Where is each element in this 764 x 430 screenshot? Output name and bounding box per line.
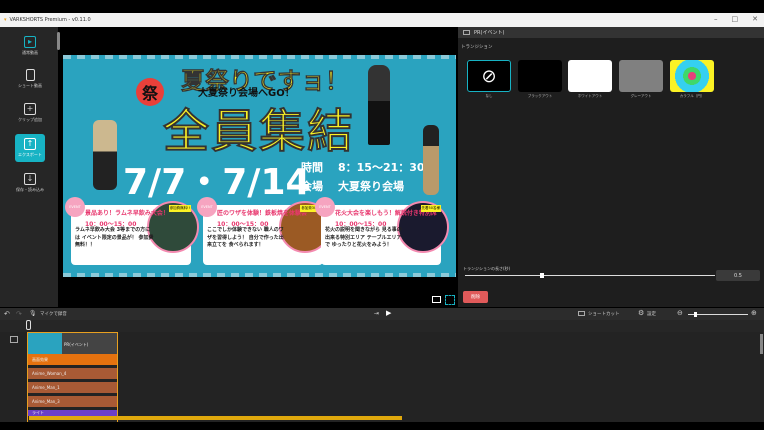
timeline-track[interactable]: 画面効果 [28, 354, 117, 365]
fullscreen-icon[interactable] [445, 295, 455, 305]
panel-icon [463, 30, 470, 35]
transition-colorful[interactable] [670, 60, 714, 92]
transition-label: ブラックアウト [518, 94, 562, 99]
transition-label: カラフル（円） [670, 94, 714, 99]
event-card: EVENT花火大会を楽しもう！解説付き特別席10：00〜15：00花火の説明を聞… [321, 205, 441, 265]
close-button[interactable]: ✕ [752, 15, 758, 23]
character-man [368, 65, 390, 145]
timeline-audio-bar[interactable] [29, 416, 402, 420]
transition-label: グレーアウト [619, 94, 663, 99]
zoom-out-icon[interactable]: ⊖ [677, 309, 683, 317]
play-icon[interactable]: ▶ [386, 309, 391, 317]
properties-panel: PR(イベント) トランジション ⊘ なし ブラックアウト ホワイトアウト グレ… [458, 27, 764, 307]
timeline-track[interactable]: Anime_Man_1 [28, 382, 117, 393]
folder-icon: ↓ [24, 173, 36, 185]
sidebar: ▸ 通常動画 ショート動画 + クリップ追加 ↑ エクスポート ↓ 保存・読み込み [0, 27, 58, 307]
transition-grayout[interactable] [619, 60, 663, 92]
minimize-button[interactable]: – [714, 15, 718, 23]
timeline-clip-pr[interactable]: PR(イベント) [28, 333, 117, 356]
character-woman [423, 125, 439, 195]
panel-title: PR(イベント) [474, 29, 504, 36]
sidebar-item-save-load[interactable]: ↓ 保存・読み込み [15, 169, 45, 197]
poster-venue-label: 会場 [301, 178, 323, 194]
duration-slider[interactable] [465, 275, 715, 276]
transition-label: ホワイトアウト [568, 94, 612, 99]
zoom-slider[interactable] [688, 314, 748, 315]
layers-icon[interactable] [10, 336, 18, 343]
phone-icon [26, 69, 35, 81]
preview-poster: 夏祭りですョ！ 大夏祭り会場へGO！ 祭 全員集結 7/7・7/14 時間 8：… [63, 55, 456, 277]
section-title: トランジション [461, 44, 493, 50]
timeline-track[interactable]: Anime_Woman_4 [28, 368, 117, 379]
sidebar-item-add-clip[interactable]: + クリップ追加 [15, 99, 45, 127]
app-logo-icon: ▾ [4, 17, 7, 23]
delete-button[interactable]: 削除 [463, 291, 488, 303]
prohibited-icon: ⊘ [481, 66, 496, 87]
sidebar-item-label: エクスポート [18, 152, 42, 158]
export-icon: ↑ [24, 138, 36, 150]
record-button[interactable]: マイクで録音 [40, 311, 67, 317]
video-icon: ▸ [24, 36, 36, 48]
poster-time-label: 時間 [301, 159, 323, 175]
sidebar-item-label: 保存・読み込み [16, 187, 44, 193]
event-card: EVENT景品あり！ラムネ早飲み大会！10：00〜15：00ラムネ早飲み大会 3… [71, 205, 191, 265]
poster-main-title: 全員集結 [163, 95, 355, 161]
clip-thumbnail [28, 333, 62, 356]
clip-label: PR(イベント) [64, 342, 88, 348]
plus-icon: + [24, 103, 36, 115]
slider-thumb[interactable] [540, 273, 544, 278]
poster-time: 8：15〜21：30 [338, 159, 425, 175]
maximize-button[interactable]: □ [732, 15, 739, 23]
poster-venue: 大夏祭り会場 [338, 178, 404, 194]
undo-icon[interactable]: ↶ [4, 310, 10, 318]
poster-dates: 7/7・7/14 [123, 153, 311, 205]
timeline-scrollbar[interactable] [760, 334, 763, 354]
transition-label: なし [467, 94, 511, 99]
aspect-ratio-icon[interactable] [432, 296, 441, 303]
redo-icon[interactable]: ↷ [16, 310, 22, 318]
festival-badge: 祭 [136, 78, 164, 106]
shortcut-button[interactable]: ショートカット [588, 311, 620, 317]
timeline-ruler[interactable] [0, 320, 764, 332]
playhead[interactable] [26, 320, 31, 330]
window-title: VARKSHORTS Premium - v0.11.0 [10, 17, 91, 23]
microphone-icon[interactable]: 🎙 [29, 310, 37, 317]
sidebar-item-label: クリップ追加 [18, 117, 42, 123]
duration-input[interactable]: 0.5 [716, 270, 760, 281]
transition-whiteout[interactable] [568, 60, 612, 92]
sidebar-item-label: ショート動画 [18, 83, 42, 89]
gear-icon[interactable]: ⚙ [638, 309, 644, 317]
keyboard-icon [578, 311, 585, 316]
sidebar-item-normal-video[interactable]: ▸ 通常動画 [15, 32, 45, 60]
sidebar-item-label: 通常動画 [22, 50, 38, 56]
timeline-track[interactable]: Anime_Man_3 [28, 396, 117, 407]
character-dancer [93, 120, 117, 190]
transition-blackout[interactable] [518, 60, 562, 92]
timeline: PR(イベント) 画面効果 Anime_Woman_4 Anime_Man_1 … [0, 332, 764, 422]
slider-thumb[interactable] [694, 312, 697, 317]
sidebar-item-short-video[interactable]: ショート動画 [15, 65, 45, 93]
zoom-in-icon[interactable]: ⊕ [751, 309, 757, 317]
event-card: EVENT匠のワザを体験！鉄板焼を体験会10：00〜15：00ここでしか体験でき… [203, 205, 323, 265]
step-icon[interactable]: ⇥ [374, 310, 379, 317]
timeline-toolbar: ↶ ↷ 🎙 マイクで録音 ⇥ ▶ ショートカット ⚙ 設定 ⊖ ⊕ [0, 308, 764, 320]
duration-label: トランジションの長さ(秒) [463, 266, 510, 272]
panel-header: PR(イベント) [458, 27, 764, 38]
title-bar: ▾ VARKSHORTS Premium - v0.11.0 – □ ✕ [0, 13, 764, 27]
settings-button[interactable]: 設定 [647, 311, 656, 317]
sidebar-item-export[interactable]: ↑ エクスポート [15, 134, 45, 162]
transition-none[interactable]: ⊘ [467, 60, 511, 92]
